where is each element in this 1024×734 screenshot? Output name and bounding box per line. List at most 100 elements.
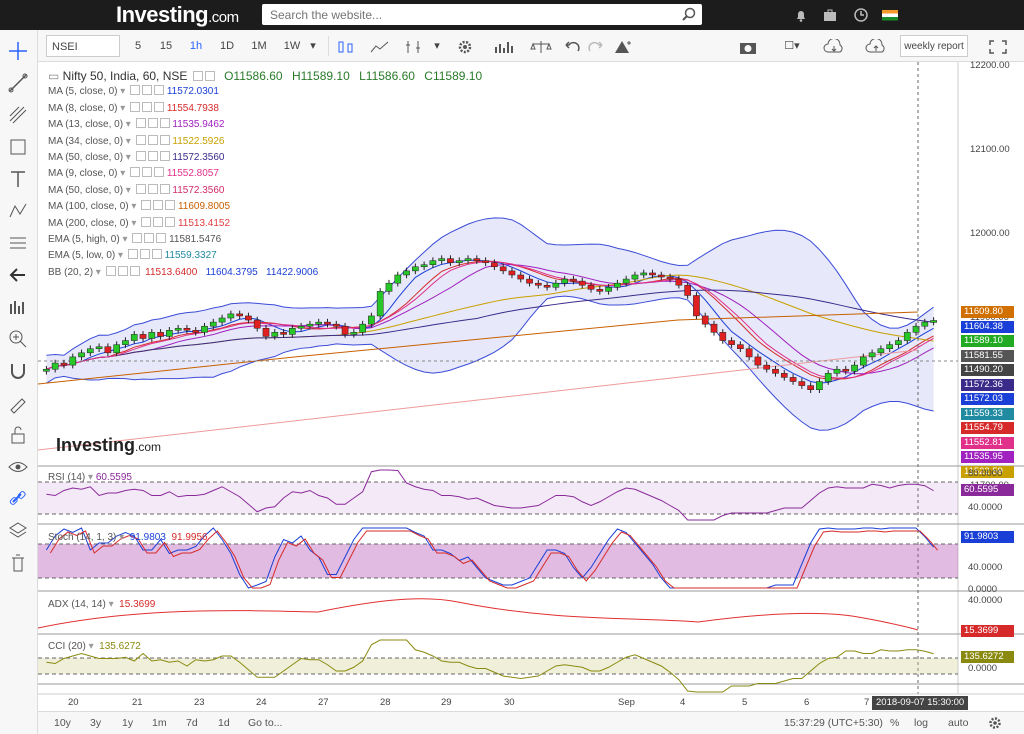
magnet-icon[interactable] (7, 360, 29, 382)
ruler-icon[interactable] (7, 296, 29, 318)
interval-1h[interactable]: 1h (186, 35, 206, 57)
eye-toggle-icon[interactable] (132, 232, 143, 243)
study-legend-row[interactable]: MA (50, close, 0) ▾ 11572.3560 (48, 150, 482, 166)
settings-small-icon[interactable] (147, 134, 158, 145)
fib-icon[interactable] (7, 104, 29, 126)
range-10y[interactable]: 10y (54, 717, 71, 729)
trendline-icon[interactable] (7, 72, 29, 94)
site-logo[interactable]: Investing.com (116, 2, 239, 28)
text-icon[interactable] (7, 168, 29, 190)
settings-small-icon[interactable] (153, 200, 164, 211)
study-legend-row[interactable]: MA (34, close, 0) ▾ 11522.5926 (48, 134, 482, 150)
range-3y[interactable]: 3y (90, 717, 101, 729)
settings-small-icon[interactable] (153, 216, 164, 227)
bell-icon[interactable] (794, 8, 808, 22)
percent-toggle[interactable]: % (890, 717, 899, 729)
study-legend-row[interactable]: MA (13, close, 0) ▾ 11535.9462 (48, 117, 482, 133)
settings-small-icon[interactable] (147, 150, 158, 161)
compare-icon[interactable] (404, 39, 424, 55)
undo-icon[interactable] (564, 39, 582, 55)
fullscreen-icon[interactable] (988, 39, 1008, 55)
chart-type-dropdown[interactable]: ▾ (432, 35, 442, 57)
eye-toggle-icon[interactable] (192, 71, 203, 81)
close-small-icon[interactable] (154, 167, 165, 178)
interval-1mo[interactable]: 1M (248, 35, 270, 57)
shape-icon[interactable] (7, 136, 29, 158)
eye-toggle-icon[interactable] (130, 85, 141, 96)
eye-toggle-icon[interactable] (130, 167, 141, 178)
search-icon[interactable] (682, 7, 696, 21)
cloud-upload-icon[interactable] (864, 39, 890, 55)
back-arrow-icon[interactable] (7, 264, 29, 286)
scale-icon[interactable] (530, 39, 552, 55)
zoom-icon[interactable] (7, 328, 29, 350)
eye-toggle-icon[interactable] (141, 216, 152, 227)
range-1d[interactable]: 1d (218, 717, 230, 729)
link-icon[interactable] (7, 488, 29, 510)
settings-small-icon[interactable] (142, 167, 153, 178)
stoch-legend[interactable]: Stoch (14, 1, 3) ▾ 91.9803 91.9956 (48, 532, 208, 543)
eye-toggle-icon[interactable] (135, 118, 146, 129)
briefcase-icon[interactable] (823, 8, 837, 22)
settings-small-icon[interactable] (139, 249, 150, 260)
redo-icon[interactable] (586, 39, 604, 55)
eye-toggle-icon[interactable] (130, 101, 141, 112)
trash-icon[interactable] (7, 552, 29, 574)
close-small-icon[interactable] (159, 183, 170, 194)
line-chart-icon[interactable] (370, 40, 390, 54)
alert-icon[interactable] (612, 39, 632, 55)
settings-small-icon[interactable] (147, 183, 158, 194)
close-small-icon[interactable] (165, 216, 176, 227)
interval-dropdown[interactable]: ▾ (308, 35, 318, 57)
adx-legend[interactable]: ADX (14, 14) ▾ 15.3699 (48, 599, 155, 610)
study-legend-row[interactable]: MA (200, close, 0) ▾ 11513.4152 (48, 216, 482, 232)
log-toggle[interactable]: log (914, 717, 928, 729)
close-small-icon[interactable] (159, 134, 170, 145)
goto-button[interactable]: Go to... (248, 717, 282, 729)
clock-icon[interactable] (854, 8, 868, 22)
candles-icon[interactable] (336, 40, 356, 54)
camera-icon[interactable] (738, 39, 758, 55)
settings-small-icon[interactable] (144, 232, 155, 243)
interval-1d[interactable]: 1D (216, 35, 238, 57)
settings-small-icon[interactable] (147, 118, 158, 129)
study-legend-row[interactable]: MA (8, close, 0) ▾ 11554.7938 (48, 101, 482, 117)
auto-toggle[interactable]: auto (948, 717, 968, 729)
eye-toggle-icon[interactable] (105, 265, 116, 276)
study-legend-row[interactable]: MA (5, close, 0) ▾ 11572.0301 (48, 84, 482, 100)
close-small-icon[interactable] (154, 101, 165, 112)
cloud-download-icon[interactable] (822, 39, 848, 55)
report-select[interactable]: weekly report (900, 35, 968, 57)
chart-area[interactable]: ▭ Nifty 50, India, 60, NSE O11586.60 H11… (37, 60, 1024, 734)
india-flag-icon[interactable] (882, 8, 898, 22)
study-legend-row[interactable]: EMA (5, high, 0) ▾ 11581.5476 (48, 232, 482, 248)
settings-small-icon[interactable] (142, 85, 153, 96)
cci-legend[interactable]: CCI (20) ▾ 135.6272 (48, 641, 141, 652)
settings-small-icon[interactable] (204, 71, 215, 81)
close-small-icon[interactable] (165, 200, 176, 211)
eye-toggle-icon[interactable] (141, 200, 152, 211)
rsi-legend[interactable]: RSI (14) ▾ 60.5595 (48, 472, 132, 483)
study-legend-row[interactable]: MA (100, close, 0) ▾ 11609.8005 (48, 199, 482, 215)
search-box[interactable] (262, 4, 702, 25)
interval-5m[interactable]: 5 (130, 35, 146, 57)
close-small-icon[interactable] (129, 265, 140, 276)
bb-legend-row[interactable]: BB (20, 2) ▾ 11513.6400 11604.3795 11422… (48, 265, 482, 281)
settings-gear-icon[interactable] (456, 39, 474, 55)
close-small-icon[interactable] (159, 118, 170, 129)
settings-small-icon[interactable] (142, 101, 153, 112)
layers-icon[interactable] (7, 520, 29, 542)
lock-icon[interactable] (7, 424, 29, 446)
indicators-icon[interactable] (494, 39, 516, 55)
measure-icon[interactable] (7, 232, 29, 254)
eye-toggle-icon[interactable] (135, 183, 146, 194)
interval-15m[interactable]: 15 (156, 35, 176, 57)
eye-toggle-icon[interactable] (135, 134, 146, 145)
study-legend-row[interactable]: MA (9, close, 0) ▾ 11552.8057 (48, 166, 482, 182)
close-small-icon[interactable] (156, 232, 167, 243)
range-1m[interactable]: 1m (152, 717, 167, 729)
close-small-icon[interactable] (154, 85, 165, 96)
range-7d[interactable]: 7d (186, 717, 198, 729)
study-legend-row[interactable]: EMA (5, low, 0) ▾ 11559.3327 (48, 248, 482, 264)
eye-toggle-icon[interactable] (135, 150, 146, 161)
